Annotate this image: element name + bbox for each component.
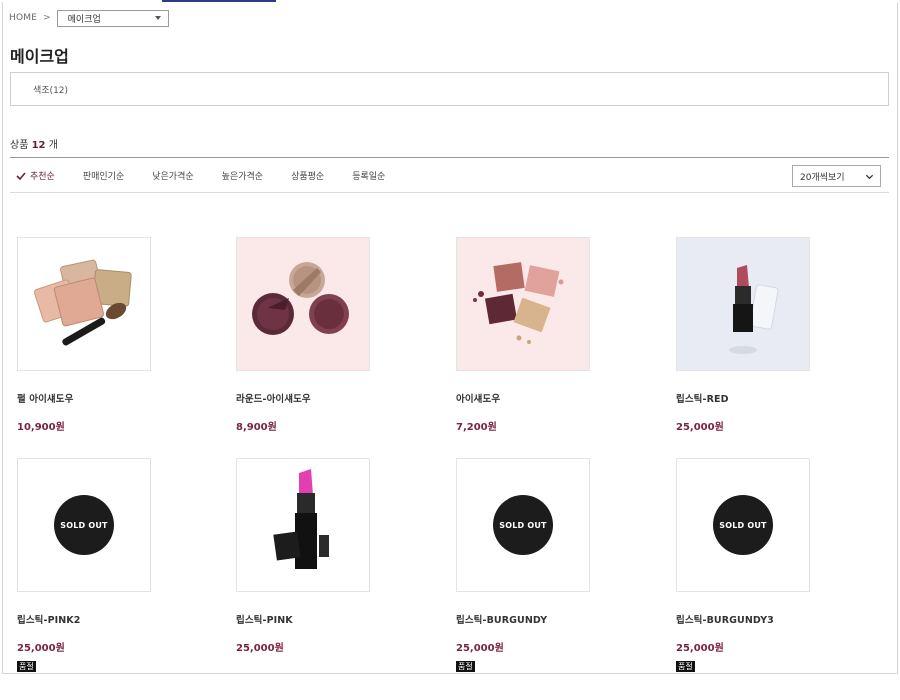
- product-price: 8,900원: [236, 422, 277, 433]
- lipstick-pink-image: [273, 469, 329, 569]
- product-price: 25,000원: [676, 643, 724, 654]
- product-name[interactable]: 립스틱-PINK2: [17, 612, 217, 626]
- breadcrumb-home-link[interactable]: HOME: [9, 13, 37, 23]
- category-select-value: 메이크업: [67, 14, 101, 25]
- product-name[interactable]: 립스틱-BURGUNDY: [456, 612, 656, 626]
- subcategory-box: 색조(12): [10, 72, 889, 106]
- product-name[interactable]: 립스틱-RED: [676, 391, 876, 405]
- sold-out-overlay: SOLD OUT: [54, 495, 114, 555]
- product-card[interactable]: SOLD OUT 립스틱-BURGUNDY 25,000원 품절: [456, 458, 656, 673]
- product-price: 10,900원: [17, 422, 65, 433]
- sold-out-badge: 품절: [17, 661, 36, 672]
- sort-review[interactable]: 상품평순: [291, 169, 324, 182]
- product-image[interactable]: [676, 237, 810, 371]
- check-icon: [16, 171, 26, 180]
- sort-label: 높은가격순: [221, 172, 264, 182]
- product-image[interactable]: [17, 237, 151, 371]
- product-price: 25,000원: [17, 643, 65, 654]
- product-count-suffix: 개: [48, 140, 58, 151]
- product-price: 25,000원: [676, 422, 724, 433]
- product-count-prefix: 상품: [10, 140, 29, 151]
- product-card[interactable]: 립스틱-RED 25,000원: [676, 237, 876, 433]
- breadcrumb-separator: >: [43, 13, 51, 23]
- product-name[interactable]: 아이섀도우: [456, 391, 656, 405]
- lipstick-red-image: [729, 265, 779, 354]
- chevron-down-icon: [865, 174, 874, 179]
- subcategory-item[interactable]: 색조(12): [33, 83, 68, 96]
- view-count-value: 20개씩보기: [800, 172, 845, 183]
- product-price: 7,200원: [456, 422, 497, 433]
- sold-out-overlay: SOLD OUT: [493, 495, 553, 555]
- product-image[interactable]: [236, 458, 370, 592]
- product-image[interactable]: [456, 237, 590, 371]
- sold-out-badge: 품절: [456, 661, 475, 672]
- product-image[interactable]: SOLD OUT: [17, 458, 151, 592]
- product-card[interactable]: SOLD OUT 립스틱-BURGUNDY3 25,000원 품절: [676, 458, 876, 673]
- product-price: 25,000원: [236, 643, 284, 654]
- breadcrumb: HOME > 메이크업: [9, 9, 169, 27]
- view-count-select[interactable]: 20개씩보기: [792, 165, 881, 187]
- sort-label: 등록일순: [352, 172, 386, 182]
- product-image[interactable]: SOLD OUT: [456, 458, 590, 592]
- sort-label: 판매인기순: [82, 172, 125, 182]
- sort-popular[interactable]: 판매인기순: [83, 169, 124, 182]
- pearl-eyeshadow-image: [33, 259, 132, 346]
- product-name[interactable]: 펄 아이섀도우: [17, 391, 217, 405]
- eyeshadow-image: [473, 262, 564, 344]
- sort-label: 추천순: [30, 172, 55, 182]
- product-name[interactable]: 립스틱-PINK: [236, 612, 436, 626]
- product-count-number: 12: [31, 140, 46, 151]
- product-name[interactable]: 라운드-아이섀도우: [236, 391, 436, 405]
- product-image[interactable]: [236, 237, 370, 371]
- sort-label: 상품평순: [291, 172, 325, 182]
- product-card[interactable]: SOLD OUT 립스틱-PINK2 25,000원 품절: [17, 458, 217, 673]
- sort-label: 낮은가격순: [152, 172, 194, 182]
- sort-newest[interactable]: 등록일순: [352, 169, 385, 182]
- sort-options: 추천순 판매인기순 낮은가격순 높은가격순 상품평순 등록일순: [16, 169, 413, 182]
- round-eyeshadow-image: [252, 262, 349, 335]
- product-card[interactable]: 아이섀도우 7,200원: [456, 237, 656, 433]
- sold-out-overlay: SOLD OUT: [713, 495, 773, 555]
- product-card[interactable]: 라운드-아이섀도우 8,900원: [236, 237, 436, 433]
- caret-down-icon: [154, 16, 161, 20]
- product-name[interactable]: 립스틱-BURGUNDY3: [676, 612, 876, 626]
- sold-out-badge: 품절: [676, 661, 695, 672]
- product-image[interactable]: SOLD OUT: [676, 458, 810, 592]
- product-count: 상품 12 개: [10, 136, 58, 151]
- sort-low-price[interactable]: 낮은가격순: [152, 169, 193, 182]
- category-select[interactable]: 메이크업: [56, 9, 169, 27]
- sort-recommended[interactable]: 추천순: [16, 169, 55, 182]
- product-card[interactable]: 립스틱-PINK 25,000원: [236, 458, 436, 654]
- page-title: 메이크업: [10, 47, 69, 66]
- sort-high-price[interactable]: 높은가격순: [222, 169, 263, 182]
- product-price: 25,000원: [456, 643, 504, 654]
- product-card[interactable]: 펄 아이섀도우 10,900원: [17, 237, 217, 433]
- sort-bar: 추천순 판매인기순 낮은가격순 높은가격순 상품평순 등록일순 20개씩보기: [10, 157, 889, 193]
